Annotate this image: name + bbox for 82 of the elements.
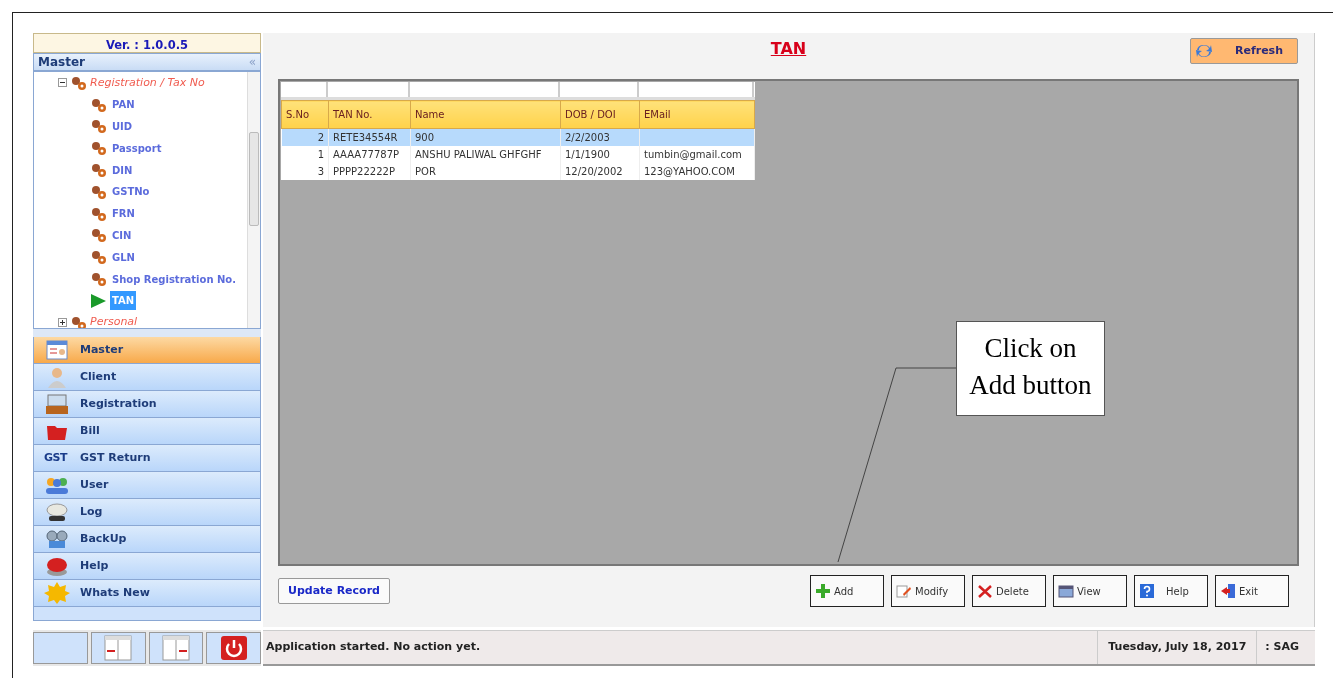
column-header[interactable]: EMail [639,100,755,129]
toolbar-button[interactable] [206,632,261,664]
gst-logo: GST [44,449,69,466]
nav-item[interactable]: Bill [33,418,261,445]
exit-door-icon [1220,583,1236,599]
gears-icon [90,249,107,266]
gears-icon [90,140,107,157]
nav-item[interactable]: User [33,472,261,499]
window-icon [1058,583,1074,599]
exit-button[interactable]: Exit [1215,575,1289,607]
version-label: Ver. : 1.0.0.5 [33,33,261,53]
nav-item[interactable]: Client [33,364,261,391]
help-button[interactable]: Help [1134,575,1208,607]
gears-icon [70,74,87,91]
column-header[interactable]: S.No [281,100,329,129]
nav-item[interactable]: Help [33,553,261,580]
scrollbar[interactable] [247,72,260,328]
nav-item[interactable]: Master [33,337,261,364]
refresh-button[interactable]: Refresh [1190,38,1298,64]
table-cell: 1/1/1900 [560,145,640,163]
splitter-handle[interactable] [33,329,261,337]
toolbar-button[interactable] [90,632,146,664]
modify-button[interactable]: Modify [891,575,965,607]
play-icon [90,292,107,309]
nav-item[interactable]: Log [33,499,261,526]
table-cell: POR [410,162,561,180]
tree-item[interactable]: FRN [110,204,137,224]
table-cell: 12/20/2002 [560,162,640,180]
tree-item[interactable]: Passport [110,138,164,158]
panel-title: Master [38,54,85,71]
gears-icon [90,227,107,244]
column-header[interactable]: DOB / DOI [560,100,640,129]
refresh-icon [1195,43,1213,59]
callout-note: Click on Add button [956,321,1105,416]
split-window-icon [161,635,190,661]
table-cell: 1 [281,145,329,163]
nav-item[interactable]: GST GST Return [33,445,261,472]
gears-icon [90,205,107,222]
toolbar-button[interactable] [148,632,204,664]
column-header[interactable]: TAN No. [328,100,411,129]
view-button[interactable]: View [1053,575,1127,607]
form-icon [44,339,70,361]
question-icon [1139,583,1155,599]
table-cell: tumbin@gmail.com [639,145,755,163]
gears-icon [90,96,107,113]
column-header[interactable]: Name [410,100,561,129]
nav-item[interactable]: BackUp [33,526,261,553]
table-cell: 123@YAHOO.COM [639,162,755,180]
new-badge-icon [44,582,70,604]
tree-item[interactable]: PAN [110,95,137,115]
tree-item[interactable]: DIN [110,160,135,180]
table-cell: AAAA77787P [328,145,411,163]
nav-item[interactable]: Registration [33,391,261,418]
add-button[interactable]: Add [810,575,884,607]
gears-icon [90,118,107,135]
plus-icon [815,583,831,599]
backup-icon [44,528,70,550]
nav-item[interactable]: Whats New [33,580,261,607]
gears-icon [90,162,107,179]
split-window-icon [104,635,133,661]
tree-item[interactable]: CIN [110,225,134,245]
status-date: Tuesday, July 18, 2017 [1097,631,1257,664]
tree-item[interactable]: GSTNo [110,182,152,202]
pencil-icon [896,583,912,599]
gears-icon [90,183,107,200]
table-cell: ANSHU PALIWAL GHFGHF [410,145,561,163]
power-icon [219,635,248,661]
tree-item[interactable]: GLN [110,247,137,267]
cash-register-icon [44,393,70,415]
status-user: : SAG [1256,631,1315,664]
toolbar-button[interactable] [33,632,88,664]
gears-icon [90,271,107,288]
page-title: TAN [770,38,807,60]
table-cell: PPPP22222P [328,162,411,180]
status-message: Application started. No action yet. [265,639,482,656]
cross-icon [977,583,993,599]
tree-item[interactable]: UID [110,117,135,136]
help-button-icon [44,555,70,577]
tree-item[interactable]: Shop Registration No. [110,269,239,289]
update-record-button[interactable]: Update Record [278,578,390,604]
table-cell: 3 [281,162,329,180]
delete-button[interactable]: Delete [972,575,1046,607]
